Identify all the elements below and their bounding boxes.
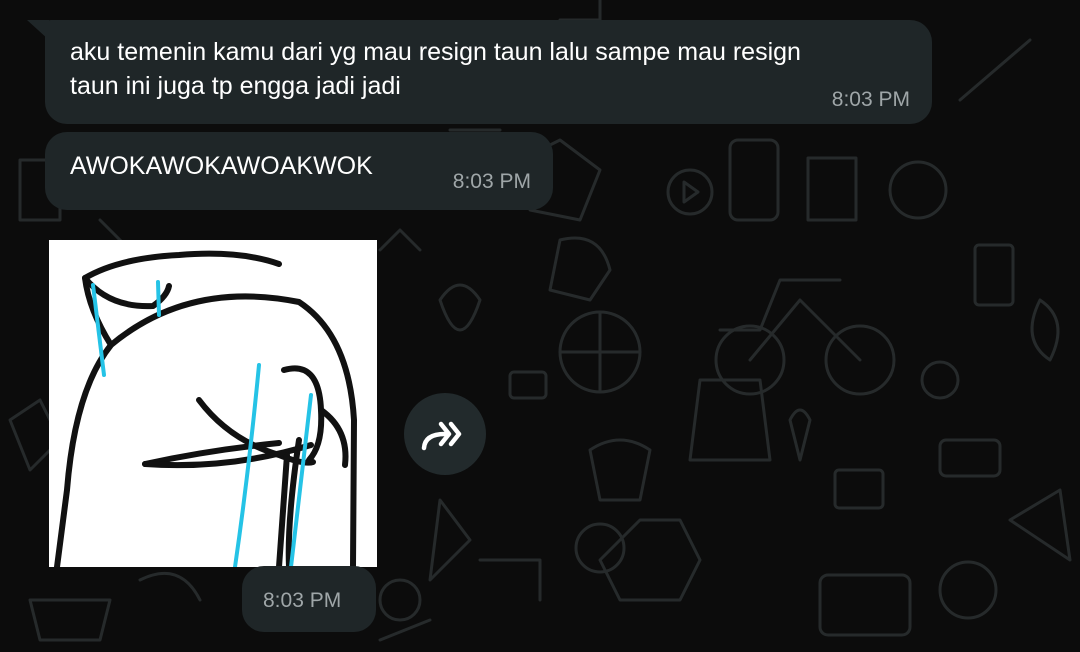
sticker-image[interactable]: [49, 240, 377, 567]
forward-button[interactable]: [404, 393, 486, 475]
message-text: AWOKAWOKAWOAKWOK: [70, 152, 373, 180]
incoming-message-bubble[interactable]: aku temenin kamu dari yg mau resign taun…: [27, 20, 932, 124]
bubble-tail: [27, 20, 49, 40]
double-forward-arrow-icon: [421, 421, 462, 451]
message-timestamp: 8:03 PM: [831, 88, 910, 111]
sticker-timestamp-badge: 8:03 PM: [242, 566, 376, 632]
message-text: aku temenin kamu dari yg mau resign taun…: [70, 38, 801, 100]
incoming-message-bubble[interactable]: AWOKAWOKAWOAKWOK 8:03 PM: [45, 132, 553, 210]
sticker-timestamp: 8:03 PM: [263, 589, 342, 612]
message-timestamp: 8:03 PM: [452, 170, 531, 193]
